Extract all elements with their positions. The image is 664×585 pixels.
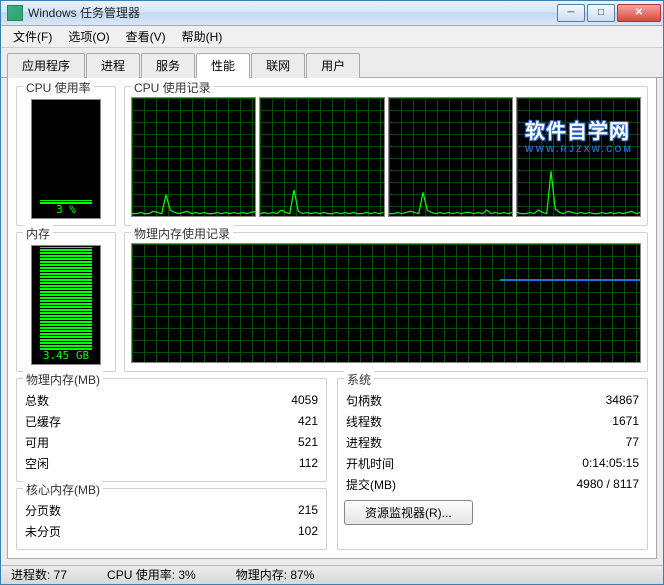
mem-history-label: 物理内存使用记录: [131, 225, 233, 242]
cpu-usage-box: CPU 使用率 3 %: [16, 86, 116, 226]
sys-threads: 1671: [477, 412, 639, 431]
system-label: 系统: [344, 371, 374, 388]
minimize-button[interactable]: ─: [557, 4, 585, 22]
sys-uptime: 0:14:05:15: [477, 454, 639, 473]
memory-meter-fill: [40, 247, 92, 350]
phys-mem-table: 总数4059 已缓存421 可用521 空闲112: [23, 389, 320, 475]
memory-label: 内存: [23, 225, 53, 242]
status-memory: 物理内存: 87%: [236, 566, 315, 583]
sys-commit-label: 提交(MB): [346, 475, 475, 494]
cpu-graph: [259, 97, 384, 217]
pm-avail: 521: [194, 433, 318, 452]
memory-meter: 3.45 GB: [31, 245, 101, 365]
km-paged-label: 分页数: [25, 501, 212, 520]
memory-meter-value: 3.45 GB: [32, 349, 100, 362]
tab-users[interactable]: 用户: [306, 53, 360, 78]
resource-monitor-button[interactable]: 资源监视器(R)...: [344, 500, 473, 525]
memory-graph: [131, 243, 641, 363]
kernel-mem-table: 分页数215 未分页102: [23, 499, 320, 543]
task-manager-window: Windows 任务管理器 ─ □ ✕ 文件(F) 选项(O) 查看(V) 帮助…: [0, 0, 664, 585]
sys-procs: 77: [477, 433, 639, 452]
maximize-button[interactable]: □: [587, 4, 615, 22]
menu-help[interactable]: 帮助(H): [174, 26, 231, 47]
kernel-mem-label: 核心内存(MB): [23, 481, 103, 498]
status-cpu: CPU 使用率: 3%: [107, 566, 196, 583]
memory-box: 内存 3.45 GB: [16, 232, 116, 372]
tab-services[interactable]: 服务: [141, 53, 195, 78]
km-paged: 215: [214, 501, 318, 520]
status-processes: 进程数: 77: [11, 566, 67, 583]
menu-options[interactable]: 选项(O): [60, 26, 117, 47]
cpu-graph: [131, 97, 256, 217]
sys-handles: 34867: [477, 391, 639, 410]
tab-performance[interactable]: 性能: [196, 53, 250, 78]
kernel-mem-box: 核心内存(MB) 分页数215 未分页102: [16, 488, 327, 550]
pm-avail-label: 可用: [25, 433, 192, 452]
cpu-meter: 3 %: [31, 99, 101, 219]
cpu-history-box: CPU 使用记录 软件自学网 WWW.RJZXW.COM: [124, 86, 648, 226]
grid-icon: [132, 244, 640, 362]
cpu-usage-label: CPU 使用率: [23, 79, 94, 96]
cpu-graph: [388, 97, 513, 217]
close-button[interactable]: ✕: [617, 4, 661, 22]
pm-total-label: 总数: [25, 391, 192, 410]
sys-handles-label: 句柄数: [346, 391, 475, 410]
sys-commit: 4980 / 8117: [477, 475, 639, 494]
menu-view[interactable]: 查看(V): [118, 26, 174, 47]
cpu-graphs: [131, 97, 641, 217]
tab-processes[interactable]: 进程: [86, 53, 140, 78]
pm-free: 112: [194, 454, 318, 473]
phys-mem-label: 物理内存(MB): [23, 371, 103, 388]
window-title: Windows 任务管理器: [28, 4, 555, 21]
phys-mem-box: 物理内存(MB) 总数4059 已缓存421 可用521 空闲112: [16, 378, 327, 482]
sys-threads-label: 线程数: [346, 412, 475, 431]
performance-panel: CPU 使用率 3 % CPU 使用记录 软件自学网 WWW.RJZXW.COM…: [7, 78, 657, 559]
titlebar[interactable]: Windows 任务管理器 ─ □ ✕: [1, 1, 663, 26]
system-box: 系统 句柄数34867 线程数1671 进程数77 开机时间0:14:05:15…: [337, 378, 648, 550]
mem-history-box: 物理内存使用记录: [124, 232, 648, 372]
menu-file[interactable]: 文件(F): [5, 26, 60, 47]
pm-free-label: 空闲: [25, 454, 192, 473]
tab-applications[interactable]: 应用程序: [7, 53, 85, 78]
tab-networking[interactable]: 联网: [251, 53, 305, 78]
sys-uptime-label: 开机时间: [346, 454, 475, 473]
tabs: 应用程序 进程 服务 性能 联网 用户: [1, 48, 663, 78]
pm-cached-label: 已缓存: [25, 412, 192, 431]
system-table: 句柄数34867 线程数1671 进程数77 开机时间0:14:05:15 提交…: [344, 389, 641, 496]
sys-procs-label: 进程数: [346, 433, 475, 452]
km-nonpaged-label: 未分页: [25, 522, 212, 541]
cpu-history-label: CPU 使用记录: [131, 79, 214, 96]
app-icon: [7, 5, 23, 21]
cpu-meter-value: 3 %: [32, 203, 100, 216]
window-buttons: ─ □ ✕: [555, 4, 661, 22]
cpu-graph: [516, 97, 641, 217]
statusbar: 进程数: 77 CPU 使用率: 3% 物理内存: 87%: [1, 565, 663, 584]
menubar: 文件(F) 选项(O) 查看(V) 帮助(H): [1, 26, 663, 48]
km-nonpaged: 102: [214, 522, 318, 541]
memory-line: [500, 279, 640, 281]
pm-cached: 421: [194, 412, 318, 431]
pm-total: 4059: [194, 391, 318, 410]
